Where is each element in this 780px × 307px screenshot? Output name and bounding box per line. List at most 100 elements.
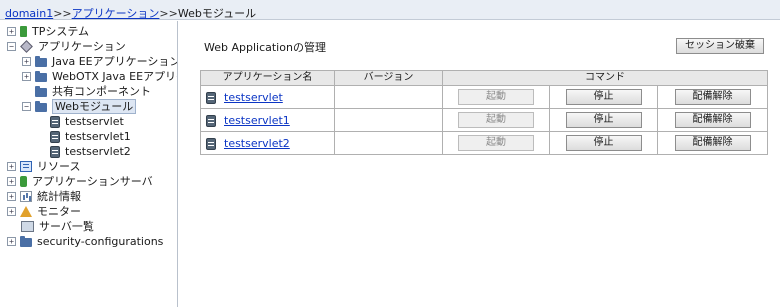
undeploy-button[interactable]: 配備解除 bbox=[674, 112, 751, 128]
tree-item-shared-components[interactable]: 共有コンポーネント bbox=[35, 84, 151, 99]
tree-item-web-modules[interactable]: − Webモジュール bbox=[22, 99, 137, 114]
column-header-version: バージョン bbox=[334, 70, 443, 86]
server-icon bbox=[20, 176, 27, 187]
tree-item-monitor[interactable]: + モニター bbox=[7, 204, 81, 219]
application-link[interactable]: testservlet2 bbox=[224, 137, 290, 150]
column-header-application-name: アプリケーション名 bbox=[200, 70, 335, 86]
collapse-toggle-icon[interactable]: − bbox=[7, 42, 16, 51]
tree-item-label[interactable]: TPシステム bbox=[32, 24, 89, 39]
tree-item-server-list[interactable]: サーバ一覧 bbox=[21, 219, 94, 234]
collapse-toggle-icon[interactable]: − bbox=[22, 102, 31, 111]
tree-item-label[interactable]: 統計情報 bbox=[37, 189, 81, 204]
expand-toggle-icon[interactable]: + bbox=[7, 207, 16, 216]
table-row: testservlet2 起動 停止 配備解除 bbox=[200, 131, 769, 155]
stop-button[interactable]: 停止 bbox=[565, 135, 642, 151]
stop-button[interactable]: 停止 bbox=[565, 112, 642, 128]
expand-toggle-icon[interactable]: + bbox=[7, 177, 16, 186]
table-header-row: アプリケーション名 バージョン コマンド bbox=[200, 70, 769, 86]
tree-item-label[interactable]: testservlet bbox=[65, 114, 124, 129]
start-button[interactable]: 起動 bbox=[458, 89, 534, 105]
column-header-command: コマンド bbox=[441, 70, 769, 86]
discard-session-button[interactable]: セッション破棄 bbox=[676, 38, 764, 54]
start-button[interactable]: 起動 bbox=[458, 112, 534, 128]
table-row: testservlet1 起動 停止 配備解除 bbox=[200, 108, 769, 132]
tree-item-label[interactable]: WebOTX Java EEアプリケーション bbox=[52, 69, 177, 84]
jar-icon bbox=[206, 137, 216, 150]
application-name-cell: testservlet bbox=[200, 85, 335, 109]
start-cell: 起動 bbox=[442, 108, 550, 132]
tree-item-label[interactable]: testservlet1 bbox=[65, 129, 131, 144]
tree-item-label[interactable]: 共有コンポーネント bbox=[52, 84, 151, 99]
main-panel: Web Applicationの管理 セッション破棄 アプリケーション名 バージ… bbox=[179, 21, 780, 307]
splitter-grip[interactable] bbox=[177, 271, 178, 285]
list-icon bbox=[20, 161, 32, 172]
expand-toggle-icon[interactable]: + bbox=[7, 192, 16, 201]
statistics-icon bbox=[20, 191, 32, 202]
tree-item-label[interactable]: サーバ一覧 bbox=[39, 219, 94, 234]
undeploy-cell: 配備解除 bbox=[656, 131, 769, 155]
tree-item-label[interactable]: testservlet2 bbox=[65, 144, 131, 159]
warning-icon bbox=[20, 206, 32, 217]
breadcrumb-separator: >> bbox=[53, 7, 72, 20]
folder-icon bbox=[20, 236, 32, 247]
expand-toggle-icon[interactable]: + bbox=[7, 162, 16, 171]
folder-icon bbox=[35, 71, 47, 82]
breadcrumb-link-domain[interactable]: domain1 bbox=[5, 7, 53, 20]
monitor-icon bbox=[21, 221, 34, 232]
tree-item-applications[interactable]: − アプリケーション bbox=[7, 39, 126, 54]
tree-item-statistics[interactable]: + 統計情報 bbox=[7, 189, 81, 204]
expand-toggle-icon[interactable]: + bbox=[7, 27, 16, 36]
application-name-cell: testservlet1 bbox=[200, 108, 335, 132]
tree-item-security-configurations[interactable]: + security-configurations bbox=[7, 234, 163, 249]
breadcrumb-link-applications[interactable]: アプリケーション bbox=[72, 7, 160, 20]
expand-toggle-icon[interactable]: + bbox=[22, 57, 31, 66]
tree-item-label[interactable]: Java EEアプリケーション bbox=[52, 54, 177, 69]
tree-item-application-server[interactable]: + アプリケーションサーバ bbox=[7, 174, 153, 189]
jar-icon bbox=[206, 91, 216, 104]
start-cell: 起動 bbox=[442, 131, 550, 155]
breadcrumb-current: Webモジュール bbox=[177, 7, 257, 20]
undeploy-cell: 配備解除 bbox=[656, 85, 769, 109]
table-row: testservlet 起動 停止 配備解除 bbox=[200, 85, 769, 109]
version-cell bbox=[334, 131, 443, 155]
tree-item-label[interactable]: アプリケーションサーバ bbox=[32, 174, 153, 189]
jar-icon bbox=[50, 115, 60, 128]
tree-item-label-selected[interactable]: Webモジュール bbox=[52, 99, 137, 114]
expand-toggle-icon[interactable]: + bbox=[7, 237, 16, 246]
navigation-tree: + TPシステム − アプリケーション + Java EEアプリケーション + … bbox=[0, 21, 178, 307]
tree-item-label[interactable]: リソース bbox=[37, 159, 80, 174]
undeploy-cell: 配備解除 bbox=[656, 108, 769, 132]
tree-item-label[interactable]: モニター bbox=[37, 204, 81, 219]
tree-item-label[interactable]: アプリケーション bbox=[38, 39, 126, 54]
jar-icon bbox=[50, 130, 60, 143]
jar-icon bbox=[206, 114, 216, 127]
jar-icon bbox=[50, 145, 60, 158]
tree-item-resources[interactable]: + リソース bbox=[7, 159, 80, 174]
diamond-icon bbox=[20, 40, 33, 53]
stop-button[interactable]: 停止 bbox=[565, 89, 642, 105]
book-icon bbox=[20, 26, 27, 37]
tree-item-testservlet2[interactable]: testservlet2 bbox=[50, 144, 131, 159]
stop-cell: 停止 bbox=[549, 85, 658, 109]
application-link[interactable]: testservlet1 bbox=[224, 114, 290, 127]
page-title: Web Applicationの管理 bbox=[204, 41, 326, 54]
tree-item-label[interactable]: security-configurations bbox=[37, 234, 163, 249]
expand-toggle-icon[interactable]: + bbox=[22, 72, 31, 81]
folder-icon bbox=[35, 86, 47, 97]
tree-item-webotx-java-ee-applications[interactable]: + WebOTX Java EEアプリケーション bbox=[22, 69, 177, 84]
tree-item-tp-system[interactable]: + TPシステム bbox=[7, 24, 89, 39]
tree-item-testservlet[interactable]: testservlet bbox=[50, 114, 124, 129]
folder-icon bbox=[35, 101, 47, 112]
start-button[interactable]: 起動 bbox=[458, 135, 534, 151]
application-link[interactable]: testservlet bbox=[224, 91, 283, 104]
folder-icon bbox=[35, 56, 47, 67]
breadcrumb-separator: >> bbox=[159, 7, 178, 20]
undeploy-button[interactable]: 配備解除 bbox=[674, 89, 751, 105]
version-cell bbox=[334, 85, 443, 109]
tree-item-java-ee-applications[interactable]: + Java EEアプリケーション bbox=[22, 54, 177, 69]
breadcrumb: domain1>>アプリケーション>>Webモジュール bbox=[0, 0, 780, 20]
undeploy-button[interactable]: 配備解除 bbox=[674, 135, 751, 151]
start-cell: 起動 bbox=[442, 85, 550, 109]
tree-item-testservlet1[interactable]: testservlet1 bbox=[50, 129, 131, 144]
application-name-cell: testservlet2 bbox=[200, 131, 335, 155]
